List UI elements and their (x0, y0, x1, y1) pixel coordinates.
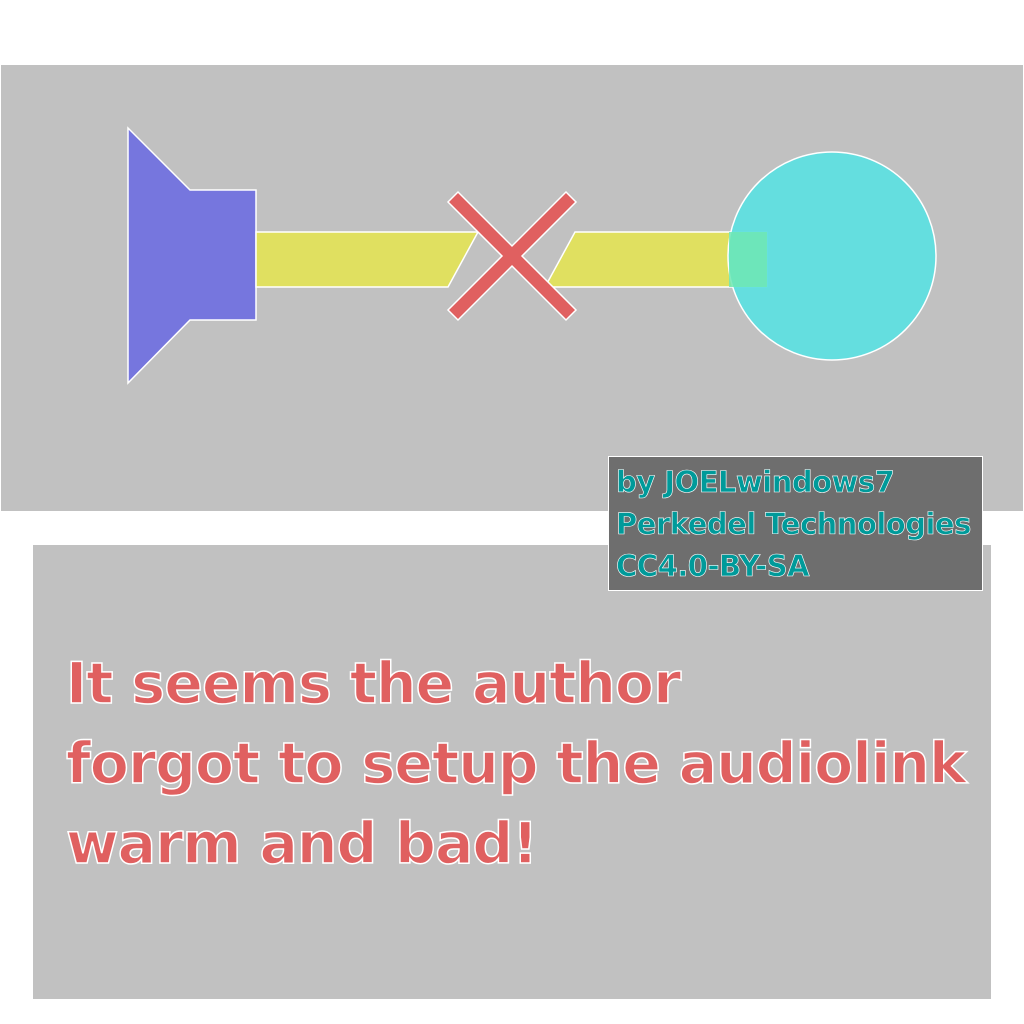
cross-icon (446, 190, 578, 322)
circle-orb (727, 151, 937, 361)
message-line-2: forgot to setup the audiolink (65, 730, 967, 798)
author-credit: by JOELwindows7 (616, 465, 895, 500)
credits-box: by JOELwindows7 Perkedel Technologies CC… (608, 456, 983, 591)
error-message: It seems the author forgot to setup the … (65, 644, 967, 884)
broken-audiolink-illustration (127, 126, 937, 385)
company-credit: Perkedel Technologies (616, 507, 972, 542)
speaker-icon (127, 126, 257, 385)
message-line-3: warm and bad! (65, 810, 539, 878)
message-line-1: It seems the author (65, 650, 682, 718)
license-credit: CC4.0-BY-SA (616, 549, 810, 584)
cable-left-segment (255, 231, 480, 288)
